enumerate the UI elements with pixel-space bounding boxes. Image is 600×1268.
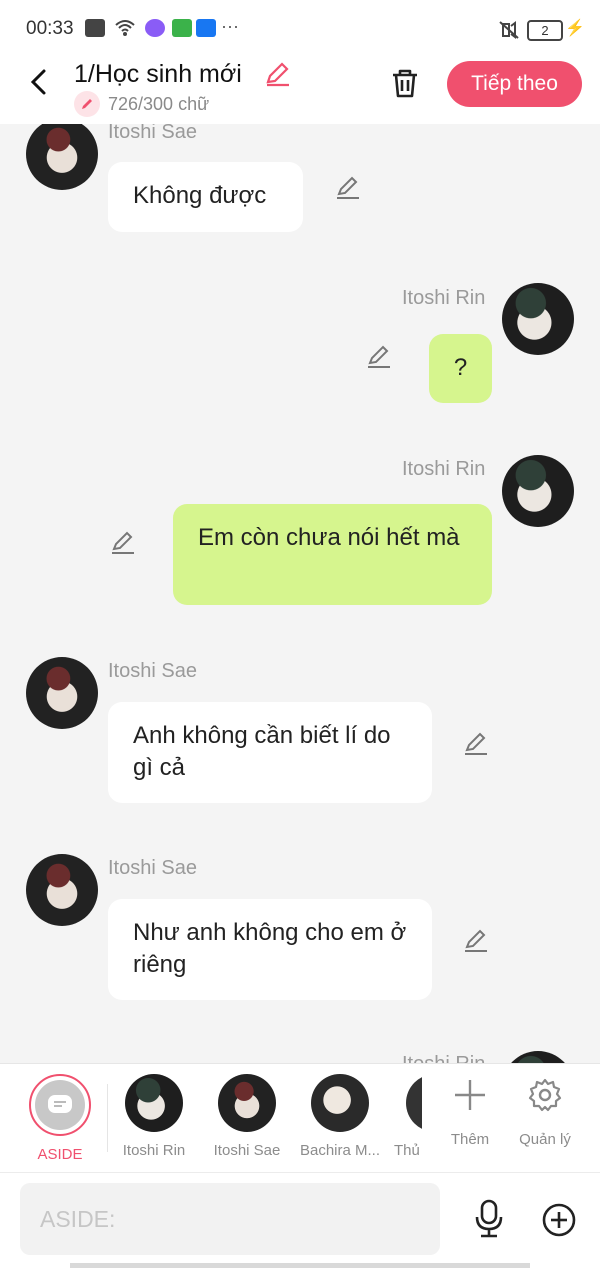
- word-count: 726/300 chữ: [74, 91, 209, 117]
- back-icon[interactable]: [26, 68, 54, 96]
- character-label: Bachira M...: [299, 1142, 381, 1159]
- edit-message-icon[interactable]: [462, 730, 490, 758]
- edit-title-icon[interactable]: [263, 60, 291, 88]
- avatar: [218, 1074, 276, 1132]
- character-label: Itoshi Rin: [122, 1142, 186, 1159]
- edit-message-icon[interactable]: [365, 343, 393, 371]
- aside-avatar: [29, 1074, 91, 1136]
- sender-name: Itoshi Sae: [108, 660, 197, 682]
- avatar[interactable]: [502, 455, 574, 527]
- avatar: [311, 1074, 369, 1132]
- edit-message-icon[interactable]: [334, 174, 362, 202]
- character-label: Itoshi Sae: [213, 1142, 281, 1159]
- sender-name: Itoshi Rin: [402, 287, 486, 309]
- notification-icon: [85, 19, 105, 37]
- character-bachira[interactable]: Bachira M...: [295, 1074, 385, 1159]
- character-aside[interactable]: ASIDE: [15, 1074, 105, 1163]
- chat-area[interactable]: Itoshi Sae Không được Itoshi Rin ? Itosh…: [0, 124, 600, 1064]
- add-character-button[interactable]: Thêm: [438, 1078, 502, 1148]
- character-rin[interactable]: Itoshi Rin: [109, 1074, 199, 1159]
- avatar[interactable]: [26, 124, 98, 190]
- add-character-label: Thêm: [450, 1131, 490, 1148]
- microphone-icon[interactable]: [472, 1199, 506, 1239]
- input-bar: ASIDE:: [0, 1172, 600, 1268]
- keyboard-hint: [70, 1263, 530, 1268]
- facebook-icon: [196, 19, 216, 37]
- character-label: ASIDE: [37, 1146, 83, 1163]
- word-count-text: 726/300 chữ: [108, 93, 210, 114]
- avatar[interactable]: [26, 657, 98, 729]
- avatar: [125, 1074, 183, 1132]
- more-notifications-icon: ···: [221, 16, 239, 36]
- gear-icon: [528, 1078, 562, 1112]
- character-clipped[interactable]: Thủ: [388, 1074, 422, 1172]
- page-title: 1/Học sinh mới: [74, 60, 242, 88]
- message-bubble[interactable]: Em còn chưa nói hết mà: [173, 504, 492, 605]
- pen-icon: [74, 91, 100, 117]
- plus-icon: [455, 1080, 485, 1110]
- sender-name: Itoshi Sae: [108, 124, 197, 143]
- separator: [107, 1084, 108, 1152]
- avatar: [406, 1074, 422, 1132]
- message-bubble[interactable]: Anh không cần biết lí do gì cả: [108, 702, 432, 803]
- character-bar: ASIDE Itoshi Rin Itoshi Sae Bachira M...…: [0, 1063, 600, 1172]
- message-bubble[interactable]: Không được: [108, 162, 303, 232]
- message-input[interactable]: ASIDE:: [20, 1183, 440, 1255]
- edit-message-icon[interactable]: [462, 927, 490, 955]
- app-icon: [172, 19, 192, 37]
- character-label: Thủ: [394, 1142, 420, 1159]
- message-bubble[interactable]: ?: [429, 334, 492, 403]
- wifi-icon: [115, 20, 135, 36]
- charging-icon: ⚡: [565, 20, 585, 37]
- status-time: 00:33: [26, 18, 74, 39]
- status-bar: 00:33 ··· 2 ⚡: [0, 0, 600, 58]
- next-button[interactable]: Tiếp theo: [447, 61, 582, 107]
- trash-icon[interactable]: [388, 66, 422, 100]
- avatar[interactable]: [26, 854, 98, 926]
- add-circle-icon[interactable]: [541, 1202, 577, 1238]
- top-bar: 1/Học sinh mới 726/300 chữ Tiếp theo: [0, 58, 600, 124]
- mute-icon: [499, 21, 519, 39]
- avatar[interactable]: [502, 283, 574, 355]
- manage-label: Quản lý: [519, 1131, 571, 1148]
- message-bubble[interactable]: Như anh không cho em ở riêng: [108, 899, 432, 1000]
- battery-icon: 2: [527, 20, 563, 41]
- messenger-icon: [145, 19, 165, 37]
- character-sae[interactable]: Itoshi Sae: [202, 1074, 292, 1159]
- chat-bubble-icon: [48, 1095, 72, 1113]
- manage-button[interactable]: Quản lý: [512, 1078, 578, 1148]
- sender-name: Itoshi Rin: [402, 458, 486, 480]
- edit-message-icon[interactable]: [109, 529, 137, 557]
- sender-name: Itoshi Sae: [108, 857, 197, 879]
